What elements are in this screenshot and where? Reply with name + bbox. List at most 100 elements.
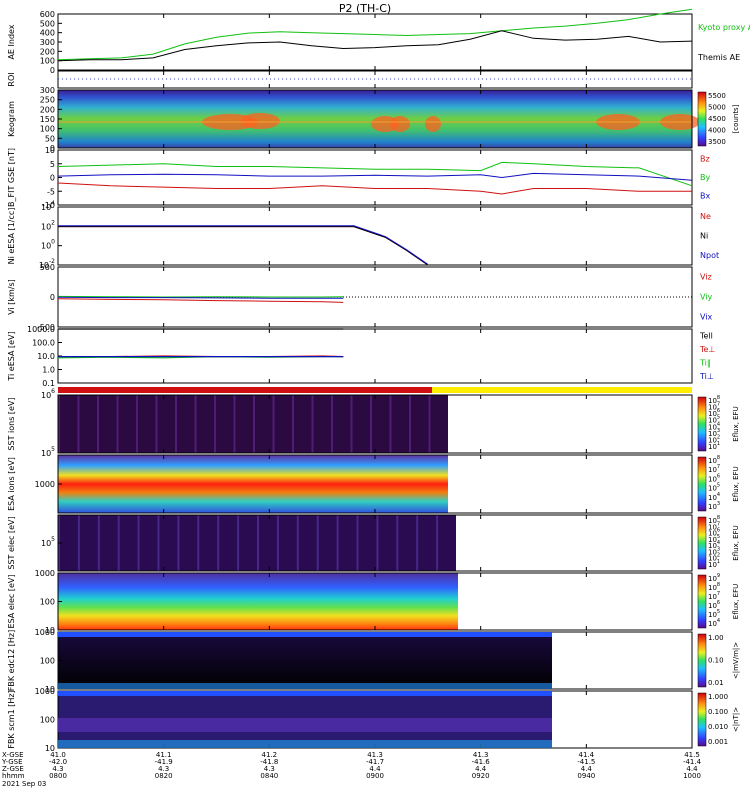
colorbar-tick-label: 4500	[708, 115, 726, 123]
legend-entry: Kyoto proxy AE	[698, 23, 750, 32]
sst-ion-spectrogram-stripe	[370, 395, 372, 453]
colorbar	[697, 574, 707, 629]
sst-elec-spectrogram-stripe	[396, 515, 399, 571]
keogram-bright-spot	[390, 116, 410, 132]
legend-entry: Bz	[700, 155, 710, 164]
legend-entry: Viy	[700, 293, 713, 302]
sst-elec-spectrogram-stripe	[296, 515, 299, 571]
fbk-e-spectrogram	[58, 632, 552, 689]
colorbar-tick-label: 1.000	[708, 693, 728, 701]
colorbar-label: Eflux, EFU	[732, 466, 740, 501]
legend-entry: Ti‖	[699, 358, 711, 367]
panel-ae: AE Index 6005004003002001000 Kyoto proxy A…	[7, 8, 750, 75]
y-tick-label: 400	[40, 28, 55, 37]
y-tick-label: 200	[40, 105, 55, 114]
y-tick-label: 1000	[35, 569, 55, 578]
y-tick-label: 1000	[35, 628, 55, 637]
legend-entry: Themis AE	[697, 53, 740, 62]
sst-elec-spectrogram-stripe	[416, 515, 419, 571]
y-tick-label: 105	[41, 536, 55, 548]
y-tick-label: 102	[41, 219, 55, 231]
sst-ion-spectrogram-stripe	[350, 395, 353, 453]
sst-elec-spectrogram-stripe	[217, 515, 220, 571]
fbk-top-band	[58, 691, 552, 696]
panel-bfield: B_FIT GSE [nT] 1050-5-10BzByBx	[7, 146, 710, 210]
legend-entry: Bx	[700, 191, 710, 200]
y-axis-label: SST elec [eV]	[7, 516, 16, 569]
y-axis-label: B_FIT GSE [nT]	[7, 148, 16, 207]
y-tick-label: 0	[50, 293, 55, 302]
y-tick-label: 500	[40, 19, 55, 28]
y-tick-label: 200	[40, 47, 55, 56]
colorbar-tick-label: 0.10	[708, 657, 724, 665]
y-axis-label: Vi [km/s]	[7, 279, 16, 315]
y-axis-label: ROI	[7, 72, 16, 86]
sst-ion-spectrogram-stripe	[272, 395, 275, 453]
time-value: 0920	[472, 772, 490, 780]
time-value: 0800	[49, 772, 67, 780]
density-series-line	[58, 225, 429, 265]
y-tick-label: 0	[50, 66, 55, 75]
colorbar	[697, 396, 707, 452]
legend-entry: Vix	[700, 313, 713, 322]
colorbar-label: [counts]	[732, 104, 740, 133]
x-axis-annotation: X-GSEY-GSEZ-GSEhhmm2021 Sep 0341.0-42.04…	[1, 751, 702, 788]
y-tick-label: 5	[50, 159, 55, 168]
y-axis-label: ESA elec [eV]	[7, 575, 16, 629]
legend-entry: Viz	[700, 273, 712, 282]
time-value: 0900	[366, 772, 384, 780]
colorbar-tick-label: 0.001	[708, 738, 728, 746]
colorbar-label: <|mV/m|>	[732, 642, 740, 679]
esa-elec-spectrogram	[58, 573, 458, 630]
legend-entry: Te⊥	[699, 345, 715, 354]
colorbar-tick-label: 4000	[708, 127, 726, 135]
y-tick-label: 100.0	[32, 338, 55, 347]
fbk-mid-band	[58, 718, 552, 732]
legend-entry: By	[700, 173, 710, 182]
sst-ion-spectrogram-stripe	[155, 395, 158, 453]
panel-frame	[57, 206, 693, 266]
sst-ion-spectrogram-stripe	[233, 395, 236, 453]
y-axis-label: FBK edc12 [Hz]	[7, 630, 16, 691]
colorbar-label: <|nT|>	[732, 707, 740, 732]
time-value: 0840	[260, 772, 278, 780]
fbk-bottom-band	[58, 740, 552, 748]
sst-elec-spectrogram-stripe	[97, 515, 100, 571]
colorbar	[697, 516, 707, 570]
colorbar-tick-label: 5500	[708, 92, 726, 100]
time-value: 0820	[155, 772, 173, 780]
legend-entry: Ne	[700, 212, 711, 221]
colorbar	[697, 692, 707, 747]
colorbar-tick-label: 0.100	[708, 708, 728, 716]
ae-series-line	[57, 30, 693, 62]
y-axis-label: FBK scm1 [Hz]	[7, 690, 16, 748]
themis-summary-plot: P2 (TH-C) AE Index6005004003002001000Kyo…	[1, 2, 750, 788]
y-axis-label: Ti eESA [eV]	[7, 331, 16, 381]
y-axis-label: AE Index	[7, 24, 16, 59]
y-tick-label: 0.1	[42, 379, 55, 388]
x-row-label: hhmm	[2, 772, 25, 780]
y-tick-label: 600	[40, 10, 55, 19]
colorbar-tick-label: 0.010	[708, 723, 728, 731]
colorbar-tick-label: 104	[708, 618, 720, 629]
panel-sst-ion: SST ions [eV]106105108107106105104103102…	[7, 388, 740, 458]
y-tick-label: 300	[40, 86, 55, 95]
colorbar-tick-label: 101	[708, 441, 720, 452]
colorbar-tick-label: 103	[708, 501, 720, 512]
panel-velocity: Vi [km/s]5000-500VizViyVix	[7, 263, 713, 332]
fbk-top-band	[58, 632, 552, 637]
sst-elec-spectrogram-stripe	[336, 515, 339, 571]
sst-elec-spectrogram-stripe	[436, 515, 439, 571]
sst-ion-spectrogram-stripe	[194, 395, 197, 453]
sst-ion-spectrogram-stripe	[253, 395, 255, 453]
sst-elec-spectrogram-stripe	[276, 515, 279, 571]
panel-keogram: Keogram300250200150100500550050004500400…	[7, 86, 740, 153]
sst-ion-spectrogram-stripe	[428, 395, 431, 453]
colorbar-tick-label: 101	[708, 559, 720, 570]
colorbar-label: Eflux, EFU	[732, 406, 740, 441]
panels: AE Index6005004003002001000Kyoto proxy A…	[7, 8, 750, 753]
sst-elec-spectrogram-stripe	[356, 515, 359, 571]
y-tick-label: 10	[45, 146, 55, 155]
sst-elec-spectrogram-stripe	[257, 515, 259, 571]
sst-ion-spectrogram-stripe	[214, 395, 216, 453]
